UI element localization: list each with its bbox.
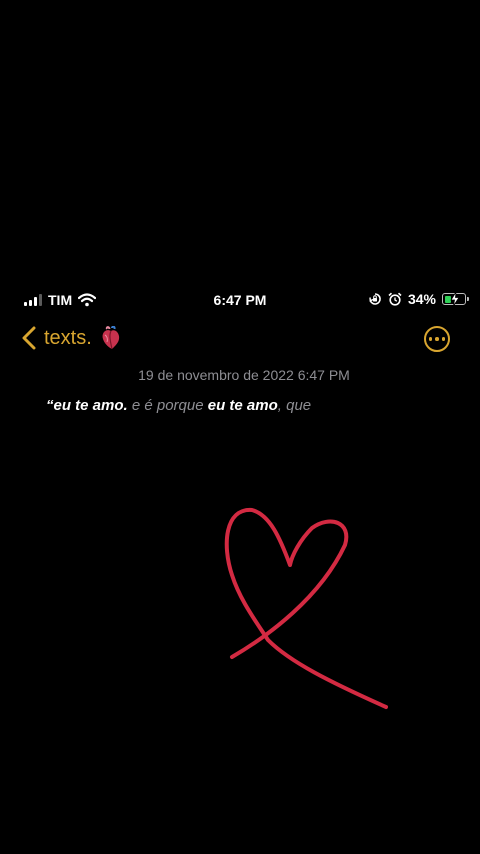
orientation-lock-icon <box>369 293 381 305</box>
more-options-button[interactable] <box>424 326 450 352</box>
note-text-segment: , que <box>277 397 312 414</box>
heart-drawing <box>224 507 388 709</box>
note-text-segment: eu te amo <box>207 397 278 414</box>
nav-bar: texts. <box>0 322 480 360</box>
alarm-icon <box>388 292 402 306</box>
battery-charging-icon <box>442 291 469 307</box>
status-right: 34% <box>368 291 469 307</box>
note-text-segment: e é porque <box>127 397 208 414</box>
note-text-segment: “eu te amo. <box>46 397 128 414</box>
note-date: 19 de novembro de 2022 6:47 PM <box>138 367 350 383</box>
anatomical-heart-icon <box>102 326 119 350</box>
back-label: texts. <box>44 326 92 349</box>
status-bar: TIM 6:47 PM 34% <box>0 288 480 314</box>
battery-percent: 34% <box>407 291 436 307</box>
back-button[interactable]: texts. <box>22 326 122 350</box>
chevron-left-icon <box>22 326 36 350</box>
bolt-icon <box>450 291 460 307</box>
note-body[interactable]: “eu te amo. e é porque eu te amo, que <box>46 397 311 414</box>
